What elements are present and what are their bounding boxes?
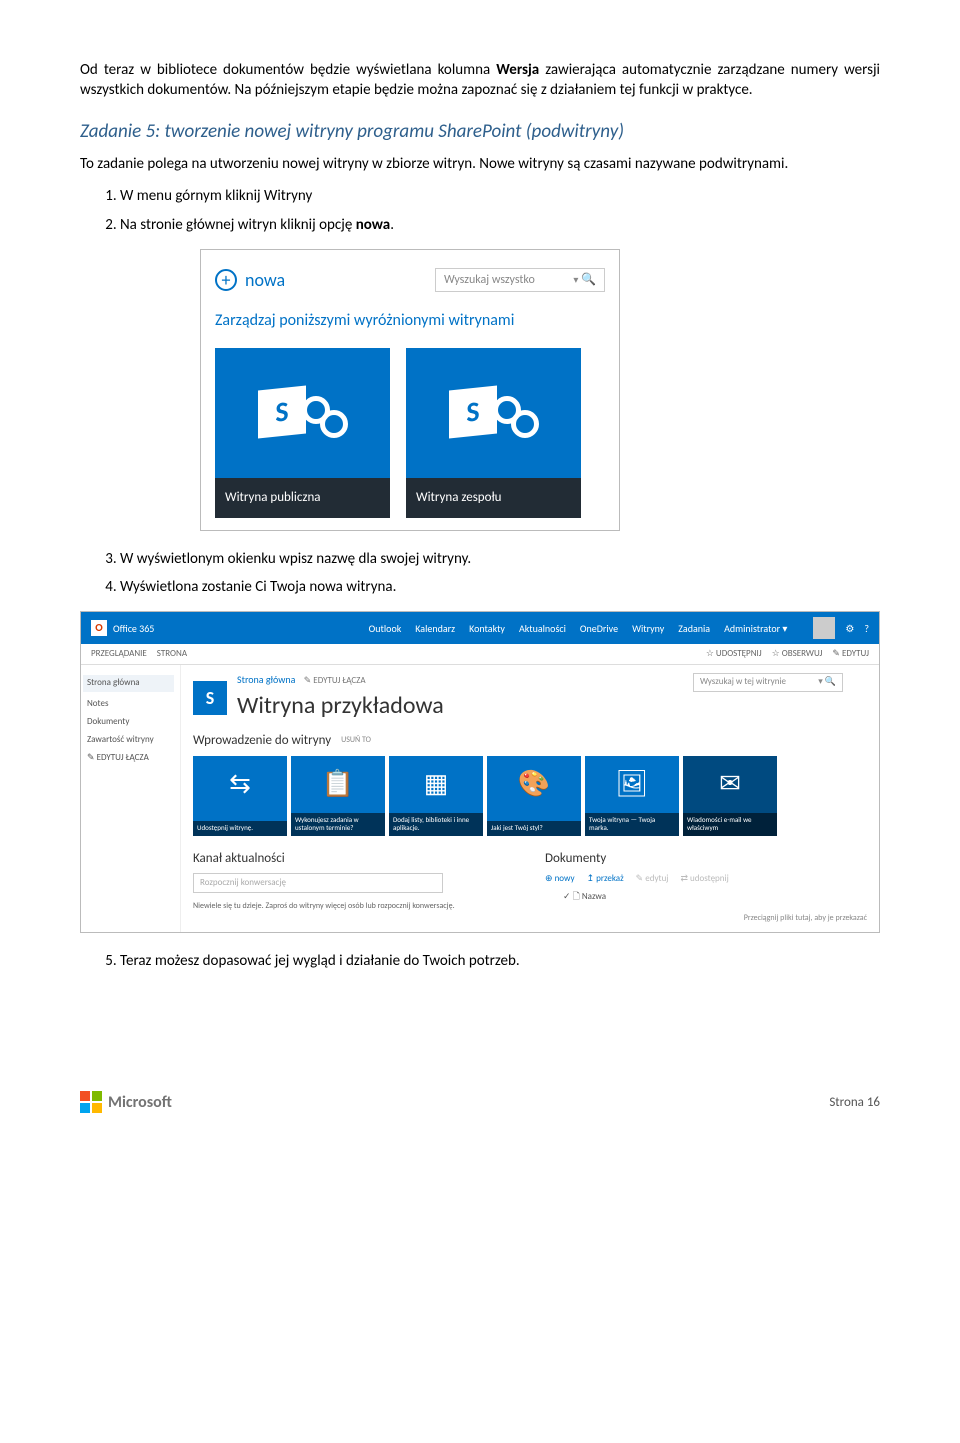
palette-icon: 🎨 [487,766,581,801]
doc-upload[interactable]: ↥ przekaż [587,873,624,885]
paragraph-1: Od teraz w bibliotece dokumentów będzie … [80,60,880,101]
nav-kontakty[interactable]: Kontakty [469,622,505,636]
nav-zadania[interactable]: Zadania [678,622,710,636]
breadcrumb[interactable]: Strona główna [237,673,295,686]
p1-bold: Wersja [496,61,539,79]
step-1: W menu górnym kliknij Witryny [120,186,880,206]
remove-this-link[interactable]: USUŃ TO [341,735,371,746]
leftnav-zawartosc[interactable]: Zawartość witryny [87,734,174,746]
intro-tiles: ⇆Udostępnij witrynę. 📋Wykonujesz zadania… [193,756,867,836]
avatar[interactable] [813,617,835,639]
step-2: Na stronie głównej witryn kliknij opcję … [120,215,880,235]
sharepoint-icon: S [193,681,227,715]
steps-list-c: Teraz możesz dopasować jej wygląd i dzia… [120,951,880,971]
new-site-button[interactable]: + nowa [215,268,285,292]
site-search-placeholder: Wyszukaj w tej witrynie [700,676,786,688]
search-controls: ▾ 🔍 [573,272,596,288]
p1-a: Od teraz w bibliotece dokumentów będzie … [80,61,496,79]
office-logo-icon: O [91,620,107,636]
clipboard-icon: 📋 [291,766,385,801]
leftnav-edytuj[interactable]: ✎ EDYTUJ ŁĄCZA [87,752,174,764]
tab-przegladanie[interactable]: PRZEGLĄDANIE [91,648,147,660]
leftnav-notes[interactable]: Notes [87,698,174,710]
nav-outlook[interactable]: Outlook [369,622,402,636]
search-input[interactable]: Wyszukaj wszystko ▾ 🔍 [435,268,605,292]
step-3: W wyświetlonym okienku wpisz nazwę dla s… [120,549,880,569]
nav-onedrive[interactable]: OneDrive [580,622,618,636]
paragraph-2: To zadanie polega na utworzeniu nowej wi… [80,154,880,174]
tile-share-site[interactable]: ⇆Udostępnij witrynę. [193,756,287,836]
image-icon: 🖼 [585,766,679,801]
nav-aktualnosci[interactable]: Aktualności [519,622,566,636]
manage-sites-heading: Zarządzaj poniższymi wyróżnionymi witryn… [215,310,605,332]
plus-icon: + [215,269,237,291]
steps-list-a: W menu górnym kliknij Witryny Na stronie… [120,186,880,235]
tile-public-site[interactable]: S Witryna publiczna [215,348,390,518]
search-placeholder: Wyszukaj wszystko [444,272,535,288]
nav-admin[interactable]: Administrator ▾ [724,622,787,636]
mail-icon: ✉ [683,766,777,801]
doc-name-header: ✓ 🗋 Nazwa [563,891,867,903]
tile-deadline[interactable]: 📋Wykonujesz zadania w ustalonym terminie… [291,756,385,836]
step-4: Wyświetlona zostanie Ci Twoja nowa witry… [120,577,880,597]
tile-brand[interactable]: 🖼Twoja witryna — Twoja marka. [585,756,679,836]
page-footer: Microsoft Strona 16 [80,1091,880,1113]
documents-title: Dokumenty [545,850,867,868]
step-2a: Na stronie głównej witryn kliknij opcję [120,216,356,234]
page-number: Strona 16 [829,1094,880,1112]
microsoft-text: Microsoft [108,1092,172,1114]
action-obserwuj[interactable]: ☆ OBSERWUJ [772,648,823,660]
newsfeed-title: Kanał aktualności [193,850,515,868]
nowa-label: nowa [245,268,285,292]
gear-icon[interactable]: ⚙ [845,622,854,636]
leftnav-home[interactable]: Strona główna [83,675,174,691]
o365-nav: Outlook Kalendarz Kontakty Aktualności O… [369,617,869,639]
nav-witryny[interactable]: Witryny [632,622,664,636]
drag-here-note: Przeciągnij pliki tutaj, aby je przekaza… [545,913,867,924]
o365-top-bar: O Office 365 Outlook Kalendarz Kontakty … [81,612,879,644]
action-edytuj[interactable]: ✎ EDYTUJ [832,648,869,660]
tile-public-label: Witryna publiczna [215,478,390,518]
intro-title: Wprowadzenie do witryny [193,732,331,750]
search-icon: ▾ 🔍 [818,676,836,688]
o365-brand: Office 365 [113,622,154,636]
task-heading: Zadanie 5: tworzenie nowej witryny progr… [80,119,880,145]
site-search-input[interactable]: Wyszukaj w tej witrynie ▾ 🔍 [693,673,843,691]
left-nav: Strona główna Notes Dokumenty Zawartość … [81,665,181,932]
tab-strona[interactable]: STRONA [157,648,187,660]
share-icon: ⇆ [193,766,287,801]
tile-email[interactable]: ✉Wiadomości e-mail we właściwym [683,756,777,836]
tile-style[interactable]: 🎨Jaki jest Twój styl? [487,756,581,836]
step-2b: nowa [356,216,391,234]
ribbon-bar: PRZEGLĄDANIE STRONA ☆ UDOSTĘPNIJ ☆ OBSER… [81,644,879,665]
apps-icon: ▦ [389,766,483,801]
tile-team-site[interactable]: S Witryna zespołu [406,348,581,518]
step-5: Teraz możesz dopasować jej wygląd i dzia… [120,951,880,971]
sharepoint-icon: S [258,378,348,448]
doc-share[interactable]: ⇄ udostępnij [680,873,728,885]
doc-new[interactable]: ⊕ nowy [545,873,575,885]
tile-add-apps[interactable]: ▦Dodaj listy, biblioteki i inne aplikacj… [389,756,483,836]
newsfeed-empty-note: Niewiele się tu dzieje. Zaproś do witryn… [193,901,515,912]
nav-kalendarz[interactable]: Kalendarz [415,622,455,636]
page-title: Witryna przykładowa [237,690,444,722]
action-udostepnij[interactable]: ☆ UDOSTĘPNIJ [706,648,762,660]
conversation-input[interactable]: Rozpocznij konwersację [193,873,443,893]
sharepoint-icon: S [449,378,539,448]
microsoft-logo: Microsoft [80,1091,172,1113]
help-icon[interactable]: ? [864,622,869,636]
steps-list-b: W wyświetlonym okienku wpisz nazwę dla s… [120,549,880,598]
doc-edit[interactable]: ✎ edytuj [636,873,669,885]
step-2c: . [390,216,394,234]
screenshot-sites-panel: + nowa Wyszukaj wszystko ▾ 🔍 Zarządzaj p… [200,249,620,531]
microsoft-logo-icon [80,1091,102,1113]
leftnav-dokumenty[interactable]: Dokumenty [87,716,174,728]
screenshot-site-page: O Office 365 Outlook Kalendarz Kontakty … [80,611,880,933]
edit-links[interactable]: ✎ EDYTUJ ŁĄCZA [304,675,366,686]
tile-team-label: Witryna zespołu [406,478,581,518]
